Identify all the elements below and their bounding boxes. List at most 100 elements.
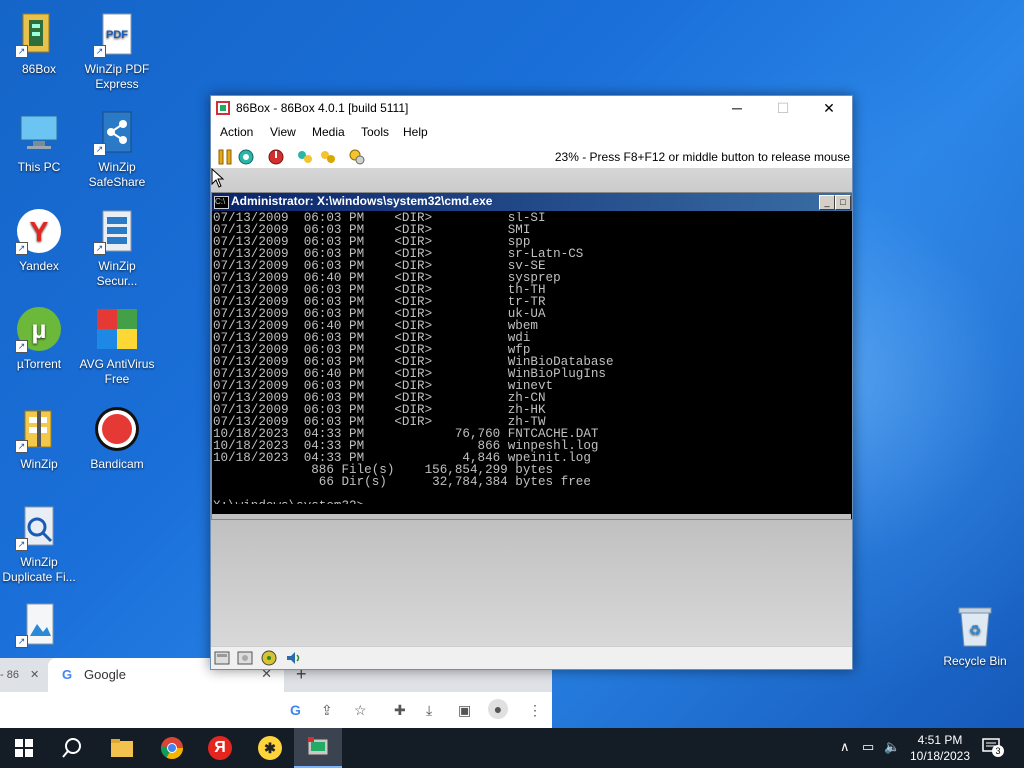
86box-status-bar: [211, 646, 852, 669]
cmd-titlebar[interactable]: C:\ Administrator: X:\windows\system32\c…: [212, 193, 852, 211]
mouse-cursor-icon: [211, 168, 225, 191]
minimize-button[interactable]: ─: [714, 96, 760, 120]
taskbar-clock[interactable]: 4:51 PM 10/18/2023: [906, 732, 974, 764]
google-lens-icon[interactable]: G: [290, 702, 301, 718]
desktop-icon-winzip[interactable]: ↗ WinZip: [0, 405, 78, 472]
maximize-button[interactable]: ☐: [760, 96, 806, 120]
desktop-icon-label: WinZip Secur...: [96, 259, 138, 288]
shortcut-arrow-icon: ↗: [93, 242, 106, 255]
taskbar-yandex[interactable]: Я: [196, 728, 244, 768]
menu-tools[interactable]: Tools: [361, 125, 389, 139]
86box-taskbar-icon: [307, 737, 329, 756]
desktop-icon-label: µTorrent: [16, 357, 62, 371]
volume-muted-icon[interactable]: 🔈: [884, 739, 900, 755]
ctrl-alt-del-icon[interactable]: [296, 148, 314, 166]
cdrom-drive-icon[interactable]: [237, 650, 253, 666]
shortcut-arrow-icon: ↗: [93, 45, 106, 58]
taskbar-yandex-music[interactable]: ✱: [246, 728, 294, 768]
chrome-toolbar: G ⇪ ☆ ✚ ⤓ ▣ ● ⋮: [0, 692, 552, 728]
desktop-icon-86box[interactable]: ↗ 86Box: [0, 10, 78, 77]
86box-window[interactable]: 86Box - 86Box 4.0.1 [build 5111] ─ ☐ ✕ A…: [210, 95, 853, 670]
side-panel-icon[interactable]: ▣: [458, 702, 471, 719]
desktop-icon-winzip-secure[interactable]: ↗ WinZip Secur...: [78, 207, 156, 289]
pause-icon[interactable]: [216, 148, 234, 166]
recycle-bin-icon: ♻: [951, 602, 999, 650]
86box-folder-icon: ↗: [15, 10, 63, 58]
shortcut-arrow-icon: ↗: [15, 635, 28, 648]
taskbar-86box[interactable]: [294, 728, 342, 768]
tab-title: - 86: [0, 669, 19, 681]
desktop-icon-partial[interactable]: ↗: [0, 600, 78, 652]
share-icon: ↗: [93, 108, 141, 156]
taskbar-file-explorer[interactable]: [98, 728, 146, 768]
desktop-icon-label: Bandicam: [90, 457, 144, 471]
desktop-icon-avg[interactable]: AVG AntiVirus Free: [78, 305, 156, 387]
profile-avatar-icon[interactable]: ●: [488, 699, 508, 719]
ctrl-alt-esc-icon[interactable]: [319, 148, 337, 166]
yandex-app-icon: ✱: [258, 736, 282, 760]
window-title: 86Box - 86Box 4.0.1 [build 5111]: [236, 101, 409, 115]
menu-help[interactable]: Help: [403, 125, 428, 139]
shortcut-arrow-icon: ↗: [15, 538, 28, 551]
clock-date: 10/18/2023: [909, 749, 971, 763]
avg-icon: [93, 305, 141, 353]
cmd-window-title: Administrator: X:\windows\system32\cmd.e…: [231, 194, 493, 208]
notification-center-button[interactable]: 3: [982, 738, 1004, 757]
shortcut-arrow-icon: ↗: [93, 143, 106, 156]
search-button[interactable]: [48, 728, 96, 768]
shortcut-arrow-icon: ↗: [15, 340, 28, 353]
tab-close-icon[interactable]: ✕: [30, 669, 39, 681]
desktop-icon-label: WinZip PDF Express: [84, 62, 150, 91]
cmd-maximize-button[interactable]: □: [835, 195, 851, 210]
cmd-output[interactable]: 07/13/2009 06:03 PM <DIR> sl-SI 07/13/200…: [213, 212, 849, 504]
record-icon: [93, 405, 141, 453]
menu-action[interactable]: Action: [220, 125, 253, 139]
chrome-menu-icon[interactable]: ⋮: [528, 702, 542, 719]
server-icon: ↗: [93, 207, 141, 255]
cmd-minimize-button[interactable]: _: [819, 195, 835, 210]
86box-titlebar[interactable]: 86Box - 86Box 4.0.1 [build 5111] ─ ☐ ✕: [211, 96, 852, 120]
bookmark-star-icon[interactable]: ☆: [354, 702, 367, 719]
desktop-icon-utorrent[interactable]: µ ↗ µTorrent: [0, 305, 78, 372]
desktop-icon-bandicam[interactable]: Bandicam: [78, 405, 156, 472]
cmd-window[interactable]: C:\ Administrator: X:\windows\system32\c…: [211, 192, 852, 520]
power-icon[interactable]: [267, 148, 285, 166]
sound-icon[interactable]: [285, 650, 301, 666]
notification-count-badge: 3: [992, 745, 1004, 757]
network-icon[interactable]: ▭: [862, 739, 874, 755]
google-favicon-icon: G: [62, 667, 73, 682]
desktop-icon-winzip-safeshare[interactable]: ↗ WinZip SafeShare: [78, 108, 156, 190]
reset-icon[interactable]: [237, 148, 255, 166]
chrome-tab-partial[interactable]: - 86 ✕: [0, 658, 46, 692]
start-button[interactable]: [0, 728, 48, 768]
desktop-icon-winzip-pdf[interactable]: PDF ↗ WinZip PDF Express: [78, 10, 156, 92]
close-button[interactable]: ✕: [806, 96, 852, 120]
menu-bar: Action View Media Tools Help: [211, 120, 852, 144]
menu-view[interactable]: View: [270, 125, 296, 139]
hard-disk-activity-icon[interactable]: [261, 650, 277, 666]
share-icon[interactable]: ⇪: [321, 702, 333, 719]
desktop-icon-winzip-duplicate[interactable]: ↗ WinZip Duplicate Fi...: [0, 503, 78, 585]
desktop-icon-label: WinZip: [20, 457, 58, 471]
emulator-screen[interactable]: C:\ Administrator: X:\windows\system32\c…: [211, 168, 852, 646]
chrome-icon: [161, 737, 183, 759]
desktop-icon-label: WinZip SafeShare: [88, 160, 146, 189]
floppy-drive-icon[interactable]: [214, 650, 230, 666]
download-icon[interactable]: ⤓: [426, 702, 432, 719]
desktop-icon-label: WinZip Duplicate Fi...: [2, 555, 76, 584]
shortcut-arrow-icon: ↗: [15, 45, 28, 58]
computer-icon: [15, 108, 63, 156]
shortcut-arrow-icon: ↗: [15, 242, 28, 255]
taskbar-chrome[interactable]: [148, 728, 196, 768]
show-hidden-icons-icon[interactable]: ∧: [840, 739, 850, 755]
taskbar: Я ✱ ∧ ▭ 🔈 4:51 PM 10/18/2023 3: [0, 728, 1024, 768]
desktop-icon-label: This PC: [17, 160, 61, 174]
desktop-icon-this-pc[interactable]: This PC: [0, 108, 78, 175]
desktop-icon-yandex[interactable]: Y ↗ Yandex: [0, 207, 78, 274]
extensions-icon[interactable]: ✚: [394, 702, 406, 719]
menu-media[interactable]: Media: [312, 125, 345, 139]
settings-gear-icon[interactable]: [348, 148, 366, 166]
tab-title: Google: [84, 667, 126, 682]
desktop-icon-recycle-bin[interactable]: ♻ Recycle Bin: [938, 602, 1012, 668]
svg-text:µ: µ: [32, 314, 47, 344]
